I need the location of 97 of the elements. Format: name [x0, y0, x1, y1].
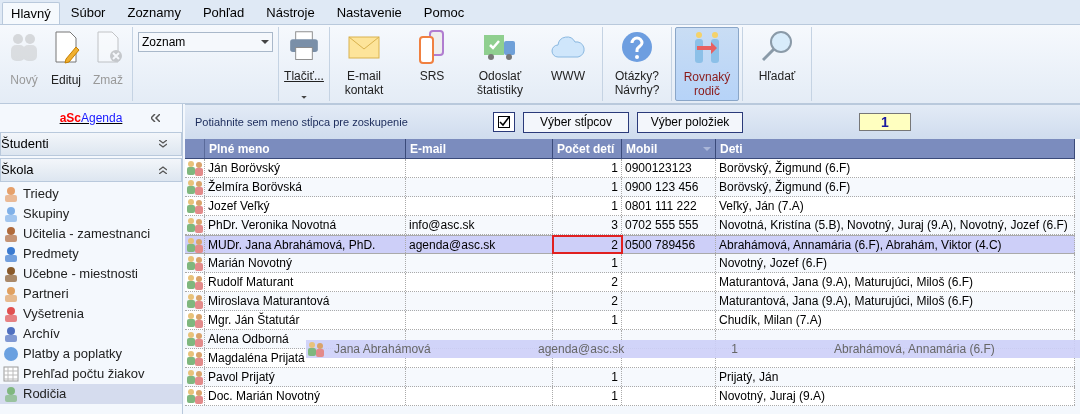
table-row[interactable]: Doc. Marián Novotný 1 Novotný, Juraj (9.A) [185, 387, 1075, 406]
table-cell: 1 [553, 368, 622, 386]
table-row[interactable]: Želmíra Borövská 1 0900 123 456 Borövský, Žigmund (6.F) [185, 178, 1075, 197]
ribbon-tab[interactable]: Hlavný [2, 2, 60, 24]
caret-icon [261, 40, 269, 44]
table-row[interactable]: Pavol Prijatý 1 Prijatý, Ján [185, 368, 1075, 387]
sidebar-item[interactable]: Platby a poplatky [0, 344, 182, 364]
sidebar-item[interactable]: Učitelia - zamestnanci [0, 224, 182, 244]
filter-checkbox[interactable] [493, 112, 515, 132]
table-row[interactable]: Miroslava Maturantová 2 Maturantová, Jana (9.A), Maturujúci, Miloš (6.F) [185, 292, 1075, 311]
ribbon-button[interactable]: Edituj [46, 27, 86, 99]
table-cell: 3 [553, 216, 622, 234]
table-cell: Borövský, Žigmund (6.F) [716, 178, 1075, 196]
ribbon-button[interactable]: E-mail kontakt [333, 27, 395, 101]
person-icon [3, 186, 19, 202]
chevron-down-icon [159, 140, 167, 148]
table-row[interactable]: Ján Borövský 1 0900123123 Borövský, Žigmund (6.F) [185, 159, 1075, 178]
ribbon-button[interactable]: Rovnaký rodič [675, 27, 739, 101]
print-button[interactable]: Tlačiť... [283, 27, 325, 99]
table-cell: Novotný, Juraj (9.A) [716, 387, 1075, 405]
question-icon [619, 29, 655, 65]
collapse-icon[interactable] [151, 114, 160, 122]
table-cell: 1 [553, 254, 622, 272]
table-cell: Želmíra Borövská [205, 178, 406, 196]
table-cell: 2 [553, 273, 622, 291]
table-cell: Abrahámová, Annamária (6.F), Abrahám, Viktor (4.C) [716, 236, 1075, 253]
table-cell: Miroslava Maturantová [205, 292, 406, 310]
ribbon-button[interactable]: Otázky? Návrhy? [606, 27, 668, 101]
sidebar-item[interactable]: Učebne - miestnosti [0, 264, 182, 284]
table-cell: 1 [553, 178, 622, 196]
table-cell: 0702 555 555 [622, 216, 716, 234]
sidebar-item[interactable]: Rodičia [0, 384, 182, 404]
group-hint: Potiahnite sem meno stĺpca pre zoskupenie [195, 114, 409, 130]
table-cell: 1 [553, 311, 622, 329]
table-cell: info@asc.sk [406, 216, 553, 234]
table-cell: Mgr. Ján Štatutár [205, 311, 406, 329]
sidebar-item[interactable]: Triedy [0, 184, 182, 204]
table-icon [3, 366, 19, 382]
table-row[interactable]: Marián Novotný 1 Novotný, Jozef (6.F) [185, 254, 1075, 273]
table-cell: 0900 123 456 [622, 178, 716, 196]
table-cell: Maturantová, Jana (9.A), Maturujúci, Miloš (6.F) [716, 292, 1075, 310]
table-cell: 1 [553, 197, 622, 215]
table-cell: Prijatý, Ján [716, 368, 1075, 386]
sidebar-section-header[interactable]: Škola [0, 158, 182, 182]
table-cell: Jozef Veľký [205, 197, 406, 215]
table-row[interactable]: Mgr. Ján Štatutár 1 Chudík, Milan (7.A) [185, 311, 1075, 330]
ribbon-tab[interactable]: Nastavenie [325, 2, 413, 24]
table-row[interactable]: PhDr. Veronika Novotná info@asc.sk 3 0702 555 555 Novotná, Kristína (5.B), Novotný, Juraj (9.A), Novotný, Jozef (6.F) [185, 216, 1075, 235]
table-cell: 2 [553, 236, 622, 253]
ribbon-tab[interactable]: Zoznamy [116, 2, 192, 24]
table-cell: Chudík, Milan (7.A) [716, 311, 1075, 329]
sort-caret-icon [703, 146, 711, 151]
sidebar-item[interactable]: Partneri [0, 284, 182, 304]
table-cell: Marián Novotný [205, 254, 406, 272]
table-cell: 1 [553, 159, 622, 177]
ribbon-button[interactable]: WWW [537, 27, 599, 101]
table-row[interactable]: Rudolf Maturant 2 Maturantová, Jana (9.A), Maturujúci, Miloš (6.F) [185, 273, 1075, 292]
table-cell: Novotná, Kristína (5.B), Novotný, Juraj (9.A), Novotný, Jozef (6.F) [716, 216, 1075, 234]
grid-button[interactable]: Výber položiek [637, 111, 743, 133]
table-cell: 0801 111 222 [622, 197, 716, 215]
chevron-up-icon [159, 166, 167, 174]
ribbon-tab[interactable]: Pohľad [191, 2, 256, 24]
sidebar-item[interactable]: Archív [0, 324, 182, 344]
table-cell: agenda@asc.sk [406, 236, 553, 253]
table-row[interactable]: MUDr. Jana Abrahámová, PhD. agenda@asc.sk 2 0500 789456 Abrahámová, Annamária (6.F), Abrahám, Viktor (4.C) [185, 235, 1075, 254]
check-icon [498, 116, 510, 128]
table-cell: PhDr. Veronika Novotná [205, 216, 406, 234]
ribbon-tab[interactable]: Nástroje [255, 2, 326, 24]
grid-button[interactable]: Výber stĺpcov [523, 111, 629, 133]
sidebar-item[interactable]: Predmety [0, 244, 182, 264]
ribbon-button[interactable]: Hľadať [746, 27, 808, 101]
table-cell: Veľký, Ján (7.A) [716, 197, 1075, 215]
sidebar-item[interactable]: Skupiny [0, 204, 182, 224]
table-cell: Novotný, Jozef (6.F) [716, 254, 1075, 272]
table-cell: Rudolf Maturant [205, 273, 406, 291]
table-cell: 0500 789456 [622, 236, 716, 253]
app-logo[interactable]: aScAgenda [59, 109, 123, 127]
sidebar-section-header[interactable]: Študenti [0, 132, 182, 156]
ribbon-button[interactable]: SRS [401, 27, 463, 101]
list-dropdown[interactable]: Zoznam [138, 32, 273, 52]
ribbon-tab[interactable]: Pomoc [412, 2, 476, 24]
table-cell: 1 [553, 387, 622, 405]
table-cell: 0900123123 [622, 159, 716, 177]
table-cell: 2 [553, 292, 622, 310]
sidebar-item[interactable]: Vyšetrenia [0, 304, 182, 324]
table-cell: Maturantová, Jana (9.A), Maturujúci, Miloš (6.F) [716, 273, 1075, 291]
table-row[interactable]: Jozef Veľký 1 0801 111 222 Veľký, Ján (7.A) [185, 197, 1075, 216]
table-cell: Pavol Prijatý [205, 368, 406, 386]
table-cell: MUDr. Jana Abrahámová, PhD. [205, 236, 406, 253]
sidebar-item[interactable]: Prehľad počtu žiakov [0, 364, 182, 384]
table-cell: Ján Borövský [205, 159, 406, 177]
count-badge: 1 [859, 113, 911, 131]
ribbon-tab[interactable]: Súbor [59, 2, 117, 24]
ribbon-button[interactable]: Odoslať štatistiky [469, 27, 531, 101]
table-cell: Doc. Marián Novotný [205, 387, 406, 405]
caret-icon [301, 96, 307, 99]
table-cell: Borövský, Žigmund (6.F) [716, 159, 1075, 177]
